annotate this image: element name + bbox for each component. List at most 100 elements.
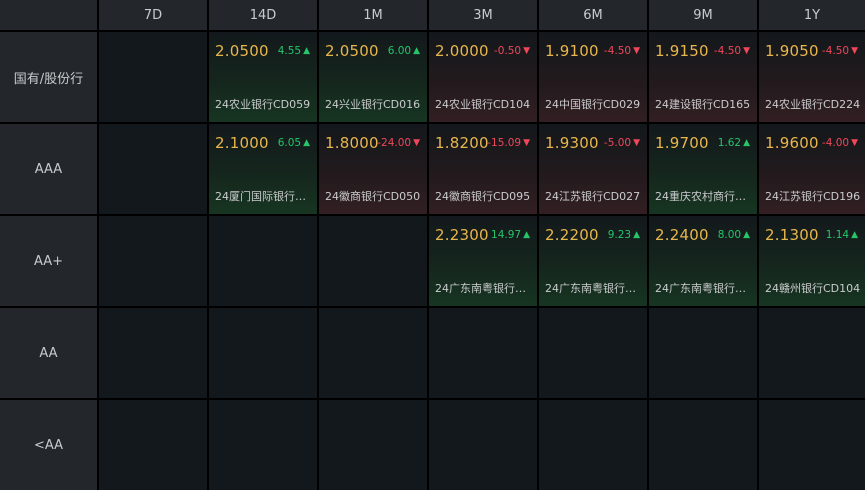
change-text: -4.00 xyxy=(821,137,850,149)
empty-cell xyxy=(319,216,427,306)
row-label: <AA xyxy=(0,400,97,490)
empty-cell xyxy=(209,400,317,490)
quote-cell[interactable]: 2.0500 4.55 ▲ 24农业银行CD059 xyxy=(209,32,317,122)
bond-name: 24重庆农村商行CD... xyxy=(655,190,753,203)
bond-name: 24农业银行CD059 xyxy=(215,98,311,111)
bond-name: 24建设银行CD165 xyxy=(655,98,751,111)
bond-name: 24江苏银行CD027 xyxy=(545,190,641,203)
arrow-up-icon: ▲ xyxy=(413,46,420,56)
bond-name: 24中国银行CD029 xyxy=(545,98,641,111)
empty-cell xyxy=(759,400,865,490)
change-value: 8.00 ▲ xyxy=(718,229,750,241)
bond-name: 24徽商银行CD095 xyxy=(435,190,531,203)
quote-cell[interactable]: 1.8200 -15.09 ▼ 24徽商银行CD095 xyxy=(429,124,537,214)
row-label: AA xyxy=(0,308,97,398)
bond-name: 24江苏银行CD196 xyxy=(765,190,861,203)
quote-cell[interactable]: 2.2200 9.23 ▲ 24广东南粤银行CD... xyxy=(539,216,647,306)
quote-cell[interactable]: 1.9150 -4.50 ▼ 24建设银行CD165 xyxy=(649,32,757,122)
empty-cell xyxy=(539,308,647,398)
quote-cell[interactable]: 2.0500 6.00 ▲ 24兴业银行CD016 xyxy=(319,32,427,122)
quote-cell[interactable]: 2.2300 14.97 ▲ 24广东南粤银行CD... xyxy=(429,216,537,306)
change-text: 14.97 xyxy=(491,229,522,241)
change-text: -4.50 xyxy=(713,45,742,57)
bond-name: 24厦门国际银行CD... xyxy=(215,190,313,203)
row-label: AA+ xyxy=(0,216,97,306)
yield-value: 2.0500 xyxy=(215,42,269,60)
row-label: 国有/股份行 xyxy=(0,32,97,122)
empty-cell xyxy=(209,216,317,306)
quote-cell[interactable]: 1.9700 1.62 ▲ 24重庆农村商行CD... xyxy=(649,124,757,214)
change-value: 4.55 ▲ xyxy=(278,45,310,57)
yield-value: 1.9600 xyxy=(765,134,819,152)
change-text: -4.50 xyxy=(821,45,850,57)
empty-cell xyxy=(99,308,207,398)
quote-cell[interactable]: 2.1000 6.05 ▲ 24厦门国际银行CD... xyxy=(209,124,317,214)
quote-cell[interactable]: 2.1300 1.14 ▲ 24赣州银行CD104 xyxy=(759,216,865,306)
change-value: -4.00 ▼ xyxy=(822,137,858,149)
yield-value: 2.1000 xyxy=(215,134,269,152)
row-label: AAA xyxy=(0,124,97,214)
column-header-1m[interactable]: 1M xyxy=(319,0,427,30)
bond-name: 24兴业银行CD016 xyxy=(325,98,421,111)
arrow-up-icon: ▲ xyxy=(303,46,310,56)
quote-cell[interactable]: 2.2400 8.00 ▲ 24广东南粤银行CD... xyxy=(649,216,757,306)
bond-name: 24徽商银行CD050 xyxy=(325,190,421,203)
yield-value: 1.8200 xyxy=(435,134,489,152)
change-text: -15.09 xyxy=(487,137,522,149)
yield-value: 1.9300 xyxy=(545,134,599,152)
yield-value: 2.1300 xyxy=(765,226,819,244)
quote-cell[interactable]: 2.0000 -0.50 ▼ 24农业银行CD104 xyxy=(429,32,537,122)
arrow-up-icon: ▲ xyxy=(523,230,530,240)
column-header-1y[interactable]: 1Y xyxy=(759,0,865,30)
column-header-6m[interactable]: 6M xyxy=(539,0,647,30)
yield-value: 1.9700 xyxy=(655,134,709,152)
yield-value: 1.9150 xyxy=(655,42,709,60)
arrow-down-icon: ▼ xyxy=(743,46,750,56)
empty-cell xyxy=(429,400,537,490)
empty-cell xyxy=(429,308,537,398)
arrow-down-icon: ▼ xyxy=(413,138,420,148)
change-value: -4.50 ▼ xyxy=(822,45,858,57)
change-value: -4.50 ▼ xyxy=(604,45,640,57)
yield-value: 2.0000 xyxy=(435,42,489,60)
empty-cell xyxy=(99,400,207,490)
quote-cell[interactable]: 1.9050 -4.50 ▼ 24农业银行CD224 xyxy=(759,32,865,122)
arrow-down-icon: ▼ xyxy=(633,46,640,56)
change-text: 6.00 xyxy=(387,45,412,57)
empty-cell xyxy=(209,308,317,398)
arrow-down-icon: ▼ xyxy=(633,138,640,148)
bond-name: 24农业银行CD104 xyxy=(435,98,531,111)
arrow-up-icon: ▲ xyxy=(303,138,310,148)
change-text: 4.55 xyxy=(277,45,302,57)
change-text: 8.00 xyxy=(717,229,742,241)
arrow-up-icon: ▲ xyxy=(851,230,858,240)
yield-value: 1.9050 xyxy=(765,42,819,60)
change-value: 9.23 ▲ xyxy=(608,229,640,241)
column-header-3m[interactable]: 3M xyxy=(429,0,537,30)
change-value: -0.50 ▼ xyxy=(494,45,530,57)
bond-name: 24广东南粤银行CD... xyxy=(435,282,533,295)
change-value: -15.09 ▼ xyxy=(487,137,530,149)
change-text: 1.14 xyxy=(825,229,850,241)
column-header-9m[interactable]: 9M xyxy=(649,0,757,30)
change-text: 9.23 xyxy=(607,229,632,241)
yield-value: 2.0500 xyxy=(325,42,379,60)
quote-cell[interactable]: 1.8000 -24.00 ▼ 24徽商银行CD050 xyxy=(319,124,427,214)
yield-matrix: 7D 14D 1M 3M 6M 9M 1Y 国有/股份行 2.0500 4.55 ▲ 24农业银行CD… xyxy=(0,0,865,490)
arrow-up-icon: ▲ xyxy=(743,138,750,148)
column-header-7d[interactable]: 7D xyxy=(99,0,207,30)
quote-cell[interactable]: 1.9300 -5.00 ▼ 24江苏银行CD027 xyxy=(539,124,647,214)
bond-name: 24赣州银行CD104 xyxy=(765,282,861,295)
column-header-14d[interactable]: 14D xyxy=(209,0,317,30)
change-value: 14.97 ▲ xyxy=(491,229,530,241)
quote-cell[interactable]: 1.9600 -4.00 ▼ 24江苏银行CD196 xyxy=(759,124,865,214)
bond-name: 24农业银行CD224 xyxy=(765,98,861,111)
empty-cell xyxy=(649,400,757,490)
change-text: 6.05 xyxy=(277,137,302,149)
change-value: 1.14 ▲ xyxy=(826,229,858,241)
change-value: 6.05 ▲ xyxy=(278,137,310,149)
change-text: -4.50 xyxy=(603,45,632,57)
change-text: 1.62 xyxy=(717,137,742,149)
change-value: -24.00 ▼ xyxy=(377,137,420,149)
quote-cell[interactable]: 1.9100 -4.50 ▼ 24中国银行CD029 xyxy=(539,32,647,122)
